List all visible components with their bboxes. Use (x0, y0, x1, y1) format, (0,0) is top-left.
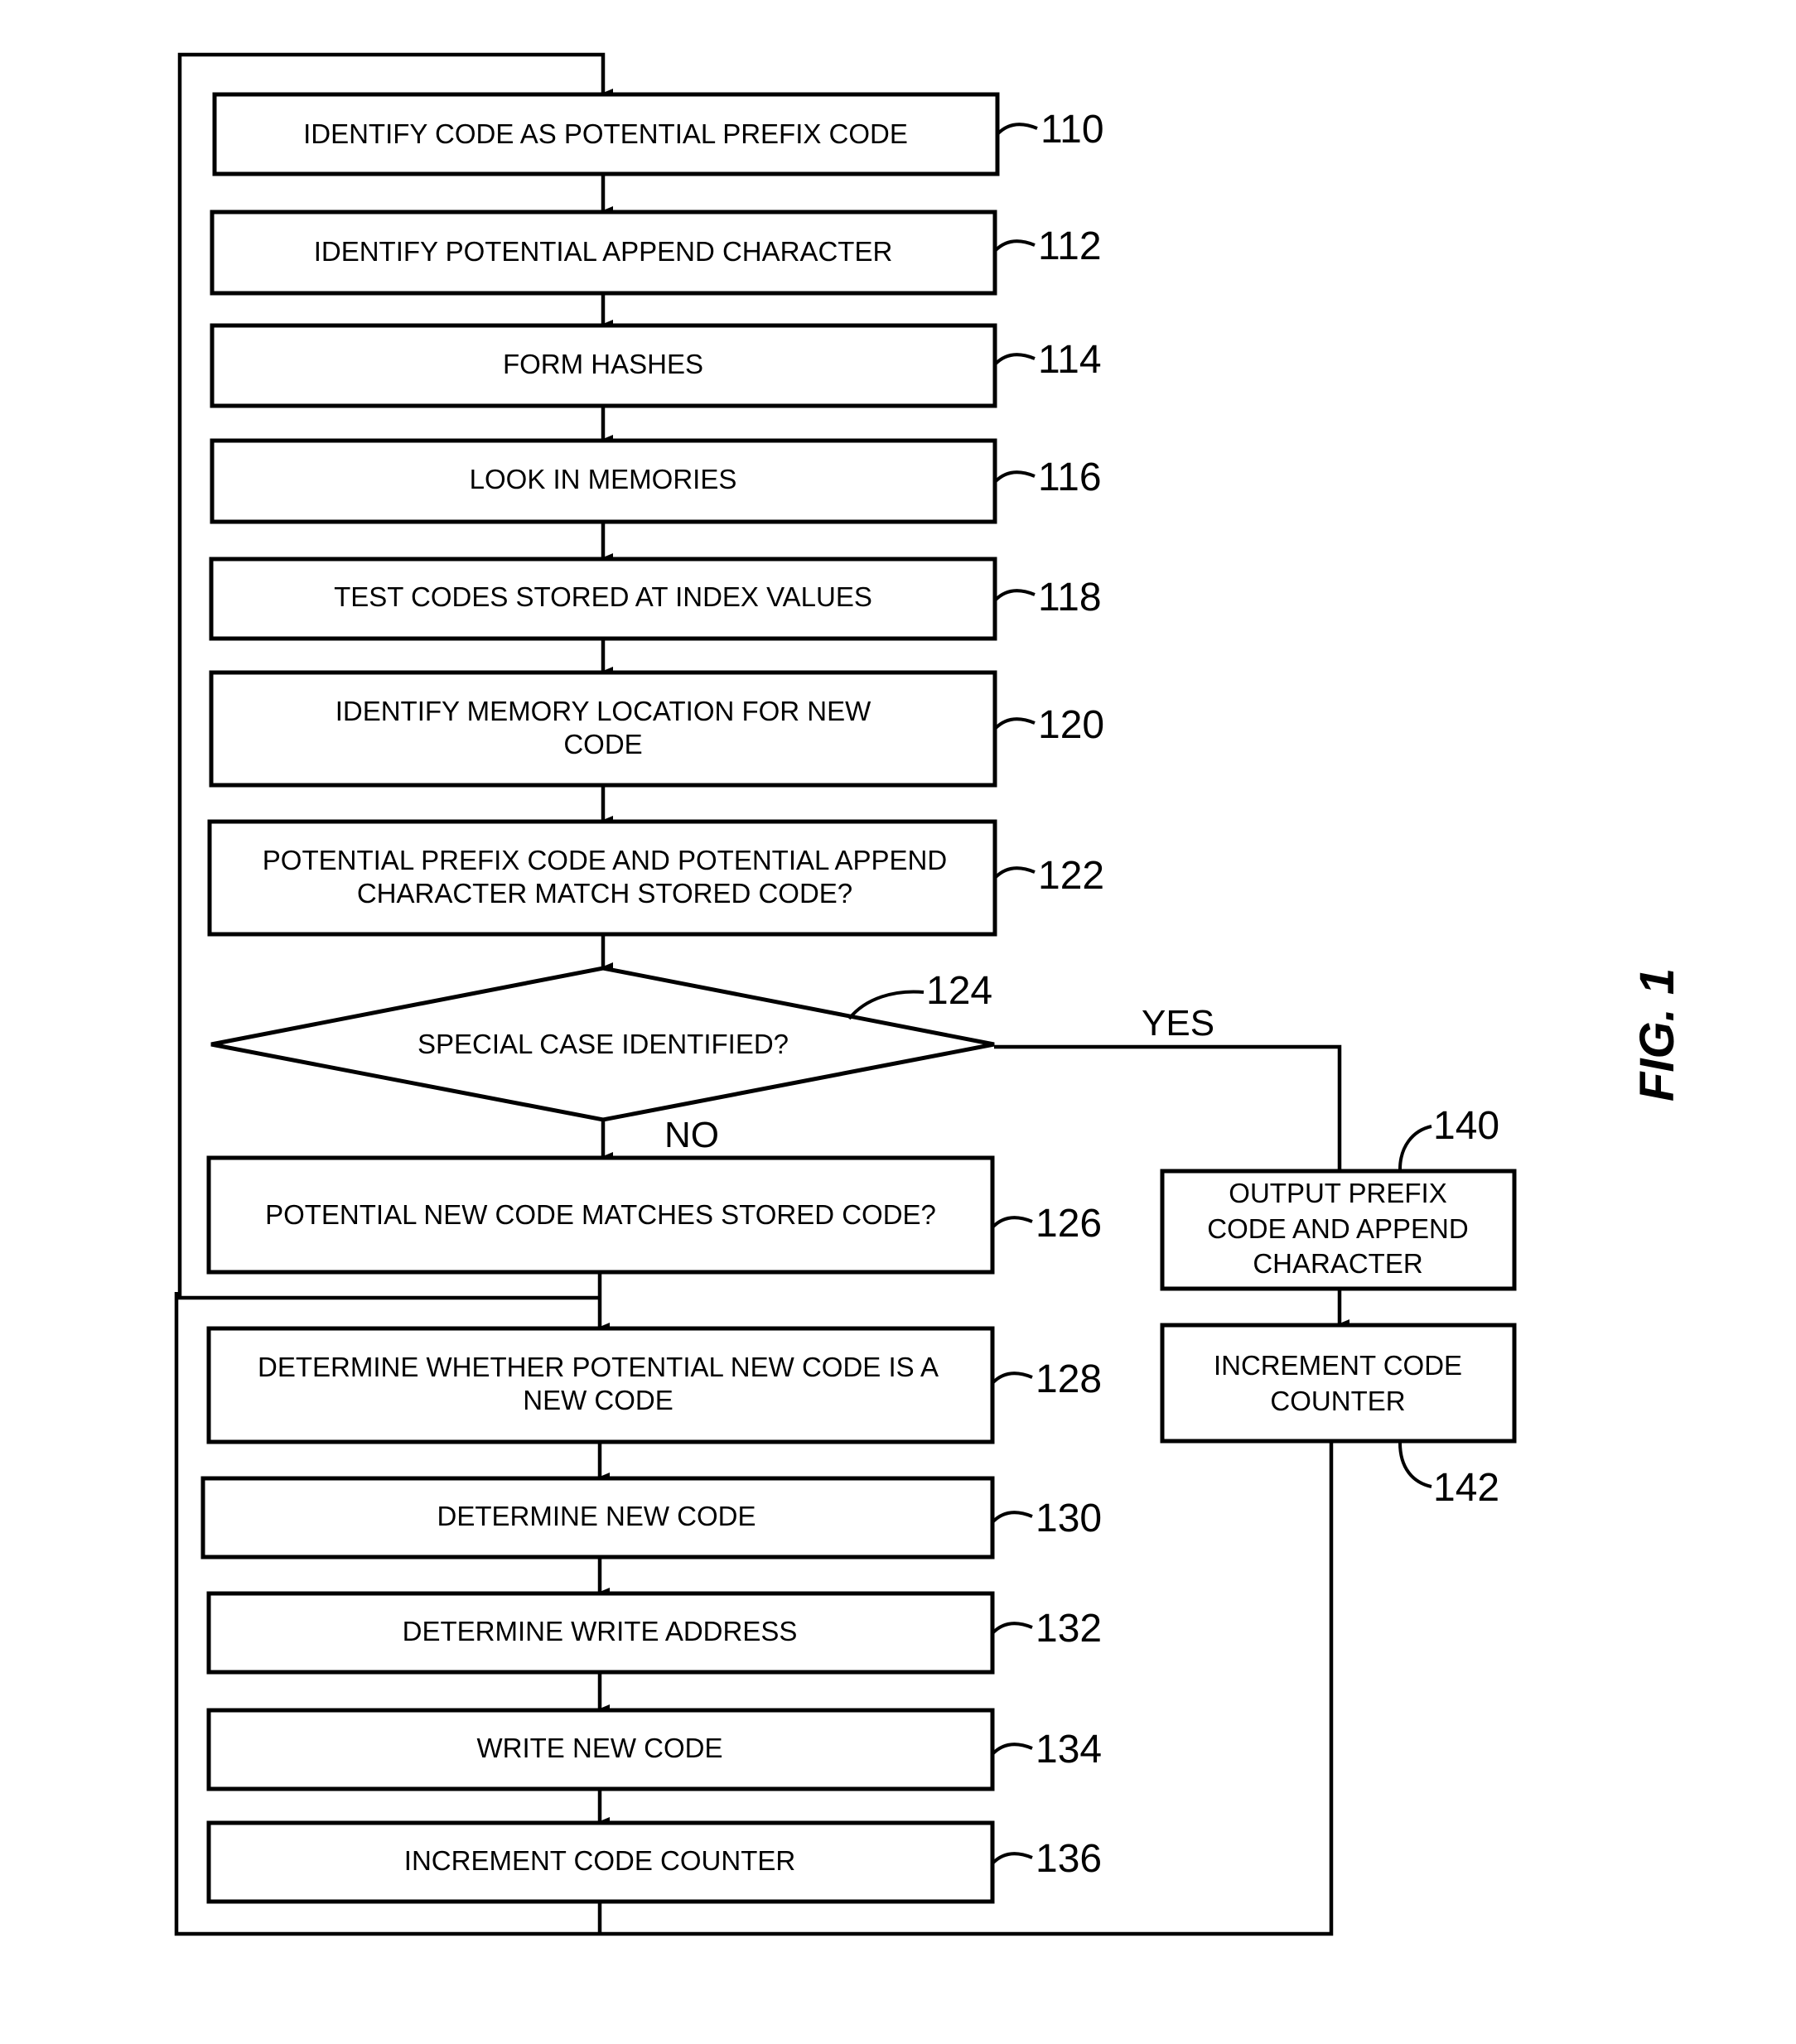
step-134-text: WRITE NEW CODE (477, 1733, 723, 1763)
step-134-ref: 134 (1036, 1728, 1102, 1772)
step-130: DETERMINE NEW CODE 130 (200, 1476, 1102, 1560)
decision-124-ref: 124 (926, 969, 992, 1013)
step-136-ref: 136 (1036, 1837, 1102, 1881)
flowchart: IDENTIFY CODE AS POTENTIAL PREFIX CODE 1… (174, 52, 1684, 1936)
step-128-text-line2: NEW CODE (523, 1385, 674, 1415)
step-128: DETERMINE WHETHER POTENTIAL NEW CODE IS … (206, 1326, 1102, 1444)
step-130-ref: 130 (1036, 1497, 1102, 1540)
no-label: NO (664, 1115, 719, 1155)
yes-branch-connector (994, 1044, 1342, 1171)
step-122: POTENTIAL PREFIX CODE AND POTENTIAL APPE… (207, 819, 1104, 937)
decision-124: SPECIAL CASE IDENTIFIED? 124 YES NO (210, 966, 1214, 1155)
step-128-ref: 128 (1036, 1357, 1102, 1401)
step-110-ref: 110 (1040, 108, 1104, 152)
decision-124-text: SPECIAL CASE IDENTIFIED? (418, 1029, 789, 1059)
step-122-ref: 122 (1038, 854, 1104, 898)
step-126: POTENTIAL NEW CODE MATCHES STORED CODE? … (206, 1155, 1102, 1275)
step-118-ref: 118 (1038, 576, 1102, 619)
step-120-ref: 120 (1038, 703, 1104, 747)
step-112-text: IDENTIFY POTENTIAL APPEND CHARACTER (314, 236, 893, 267)
step-132: DETERMINE WRITE ADDRESS 132 (206, 1591, 1102, 1675)
yes-label: YES (1142, 1003, 1214, 1044)
step-128-text-line1: DETERMINE WHETHER POTENTIAL NEW CODE IS … (258, 1352, 939, 1382)
step-136: INCREMENT CODE COUNTER 136 (206, 1820, 1102, 1904)
step-122-text-line2: CHARACTER MATCH STORED CODE? (357, 878, 852, 909)
step-142-text-line2: COUNTER (1270, 1386, 1405, 1416)
figure-label: FIG. 1 (1630, 968, 1684, 1102)
step-110-text: IDENTIFY CODE AS POTENTIAL PREFIX CODE (303, 118, 908, 149)
step-140-text-line3: CHARACTER (1253, 1248, 1422, 1279)
step-114-ref: 114 (1038, 338, 1102, 382)
step-134: WRITE NEW CODE 134 (206, 1708, 1102, 1791)
step-114-text: FORM HASHES (503, 349, 703, 379)
step-116: LOOK IN MEMORIES 116 (210, 438, 1102, 524)
step-116-text: LOOK IN MEMORIES (470, 464, 737, 494)
step-116-ref: 116 (1038, 456, 1102, 499)
step-132-text: DETERMINE WRITE ADDRESS (403, 1616, 798, 1646)
step-136-text: INCREMENT CODE COUNTER (404, 1845, 795, 1876)
step-130-text: DETERMINE NEW CODE (437, 1501, 756, 1531)
step-126-ref: 126 (1036, 1202, 1102, 1246)
step-118-text: TEST CODES STORED AT INDEX VALUES (334, 581, 872, 612)
step-142-text-line1: INCREMENT CODE (1214, 1350, 1462, 1381)
step-114: FORM HASHES 114 (210, 323, 1102, 408)
step-118: TEST CODES STORED AT INDEX VALUES 118 (209, 557, 1102, 641)
step-140-text-line2: CODE AND APPEND (1207, 1213, 1468, 1244)
step-140-ref: 140 (1433, 1104, 1499, 1148)
step-110: IDENTIFY CODE AS POTENTIAL PREFIX CODE 1… (212, 92, 1104, 176)
step-142: INCREMENT CODE COUNTER 142 (1160, 1323, 1517, 1510)
step-122-text-line1: POTENTIAL PREFIX CODE AND POTENTIAL APPE… (263, 845, 947, 875)
step-112-ref: 112 (1038, 224, 1102, 268)
step-140-text-line1: OUTPUT PREFIX (1229, 1178, 1446, 1208)
step-120-text-line1: IDENTIFY MEMORY LOCATION FOR NEW (336, 696, 871, 726)
step-112: IDENTIFY POTENTIAL APPEND CHARACTER 112 (210, 210, 1102, 296)
step-120: IDENTIFY MEMORY LOCATION FOR NEW CODE 12… (209, 670, 1104, 788)
step-126-text: POTENTIAL NEW CODE MATCHES STORED CODE? (265, 1199, 936, 1230)
step-120-text-line2: CODE (563, 729, 642, 759)
step-142-ref: 142 (1433, 1466, 1499, 1510)
step-132-ref: 132 (1036, 1607, 1102, 1651)
